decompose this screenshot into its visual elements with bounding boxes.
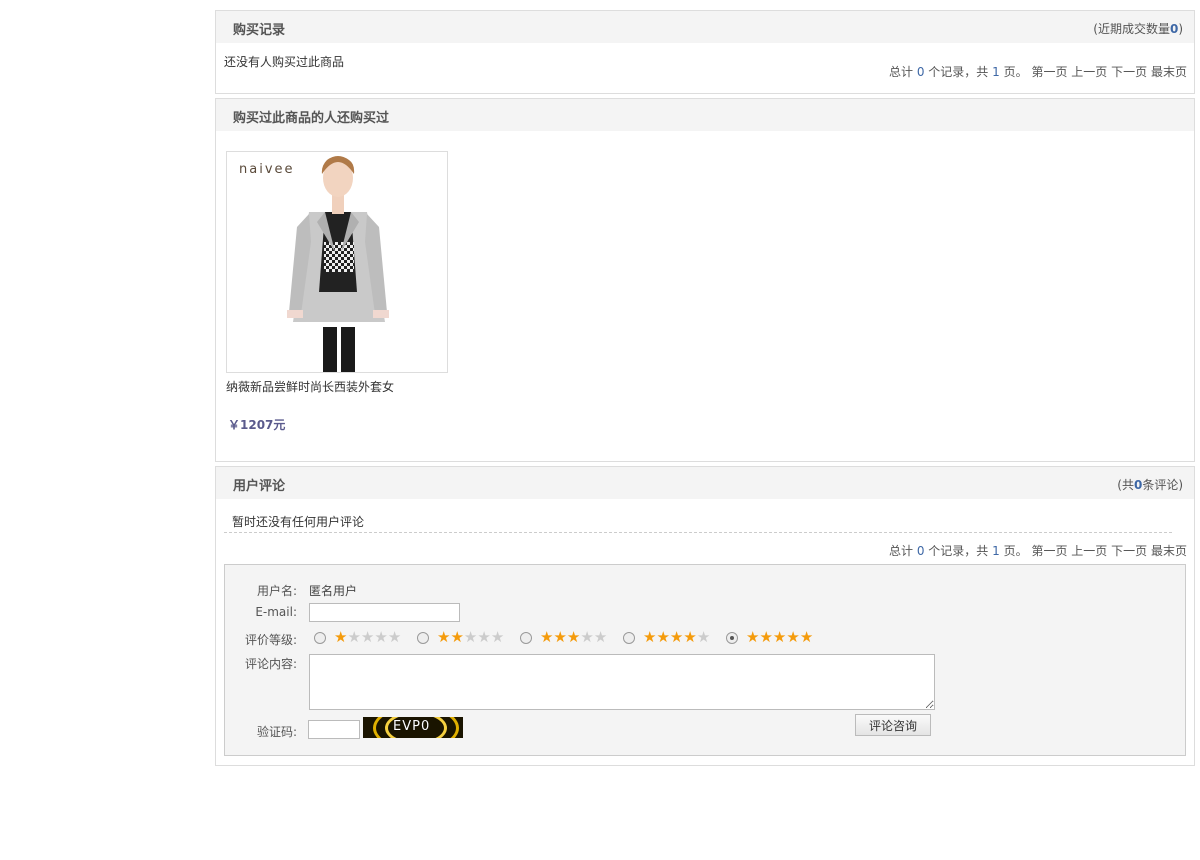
star-icon: ★ [566, 628, 581, 646]
captcha-input[interactable] [308, 720, 360, 739]
star-icon: ★ [374, 628, 388, 646]
star-icon: ★ [553, 628, 567, 646]
rating-option-5[interactable]: ★ ★ ★ ★ ★ [726, 630, 813, 645]
rating-option-2[interactable]: ★ ★ ★ ★ ★ [417, 630, 504, 645]
star-icon: ★ [799, 628, 814, 646]
also-bought-title: 购买过此商品的人还购买过 [233, 111, 390, 126]
rating-radio-3[interactable] [520, 631, 532, 644]
model-coat-illustration [287, 156, 389, 372]
star-icon: ★ [347, 628, 361, 646]
reviews-empty-row: 暂时还没有任何用户评论 [224, 512, 1172, 533]
reviews-pager-first-link[interactable]: 第一页 [1031, 544, 1067, 558]
email-field[interactable] [309, 603, 460, 622]
rating-radio-1[interactable] [314, 631, 326, 644]
captcha-text: EVP0 [393, 719, 431, 734]
product-price: ￥1207元 [228, 418, 286, 432]
user-reviews-header: 用户评论 (共0条评论) [216, 467, 1194, 499]
star-icon: ★ [450, 628, 464, 646]
star-icon: ★ [477, 628, 491, 646]
star-icon: ★ [387, 628, 402, 646]
captcha-label: 验证码: [256, 725, 297, 739]
pager-first-link[interactable]: 第一页 [1031, 65, 1067, 79]
reviews-pager: 总计 0 个记录，共 1 页。 第一页 上一页 下一页 最末页 [888, 544, 1187, 558]
reviews-pager-last-link[interactable]: 最末页 [1151, 544, 1187, 558]
pager-next-link[interactable]: 下一页 [1111, 65, 1147, 79]
also-bought-header: 购买过此商品的人还购买过 [216, 99, 1194, 131]
rating-option-4[interactable]: ★ ★ ★ ★ ★ [623, 630, 710, 645]
also-bought-panel: 购买过此商品的人还购买过 naivee 纳薇新品尝鲜时尚长西装外套女 ￥1207… [215, 98, 1195, 462]
reviews-pager-next-link[interactable]: 下一页 [1111, 544, 1147, 558]
purchase-records-header: 购买记录 (近期成交数量0) [216, 11, 1194, 43]
star-icon: ★ [580, 628, 594, 646]
star-icon: ★ [593, 628, 608, 646]
star-icon: ★ [643, 628, 657, 646]
star-icon: ★ [334, 628, 348, 646]
purchase-records-panel: 购买记录 (近期成交数量0) 还没有人购买过此商品 总计 0 个记录，共 1 页… [215, 10, 1195, 94]
content-label: 评论内容: [244, 657, 297, 671]
star-icon: ★ [746, 628, 760, 646]
product-image[interactable]: naivee [226, 151, 448, 373]
username-label: 用户名: [256, 584, 297, 598]
pager-prev-link[interactable]: 上一页 [1071, 65, 1107, 79]
star-icon: ★ [669, 628, 684, 646]
review-count: (共0条评论) [1117, 478, 1183, 492]
rating-option-3[interactable]: ★ ★ ★ ★ ★ [520, 630, 607, 645]
star-icon: ★ [656, 628, 670, 646]
comment-content-textarea[interactable] [309, 654, 935, 710]
star-icon: ★ [683, 628, 697, 646]
captcha-image[interactable]: EVP0 [363, 717, 463, 738]
reviews-pager-prev-link[interactable]: 上一页 [1071, 544, 1107, 558]
submit-comment-button[interactable]: 评论咨询 [855, 714, 931, 736]
user-reviews-title: 用户评论 [233, 479, 286, 494]
star-icon: ★ [360, 628, 375, 646]
star-icon: ★ [759, 628, 773, 646]
rating-option-1[interactable]: ★ ★ ★ ★ ★ [314, 630, 401, 645]
rating-radio-4[interactable] [623, 631, 635, 644]
recent-sales-count: (近期成交数量0) [1093, 22, 1183, 36]
rating-radio-5[interactable] [726, 631, 738, 644]
product-brand-mark: naivee [239, 162, 295, 177]
pager-last-link[interactable]: 最末页 [1151, 65, 1187, 79]
star-icon: ★ [437, 628, 451, 646]
star-icon: ★ [772, 628, 787, 646]
comment-form: 用户名: 匿名用户 E-mail: 评价等级: ★ ★ ★ ★ ★ ★ ★ ★ ★ ★ ★ ★ ★ ★ ★ ★… [224, 564, 1186, 756]
rating-label: 评价等级: [244, 633, 297, 647]
rating-radio-2[interactable] [417, 631, 429, 644]
star-icon: ★ [490, 628, 505, 646]
star-icon: ★ [786, 628, 800, 646]
purchase-records-pager: 总计 0 个记录，共 1 页。 第一页 上一页 下一页 最末页 [888, 65, 1187, 79]
reviews-empty-text: 暂时还没有任何用户评论 [232, 515, 365, 529]
product-name-link[interactable]: 纳薇新品尝鲜时尚长西装外套女 [226, 378, 394, 395]
star-icon: ★ [463, 628, 478, 646]
star-icon: ★ [696, 628, 711, 646]
user-reviews-panel: 用户评论 (共0条评论) 暂时还没有任何用户评论 总计 0 个记录，共 1 页。… [215, 466, 1195, 766]
purchase-records-empty-text: 还没有人购买过此商品 [224, 55, 345, 69]
purchase-records-title: 购买记录 [233, 23, 286, 38]
username-value: 匿名用户 [309, 584, 358, 598]
star-icon: ★ [540, 628, 554, 646]
email-label: E-mail: [255, 605, 297, 619]
